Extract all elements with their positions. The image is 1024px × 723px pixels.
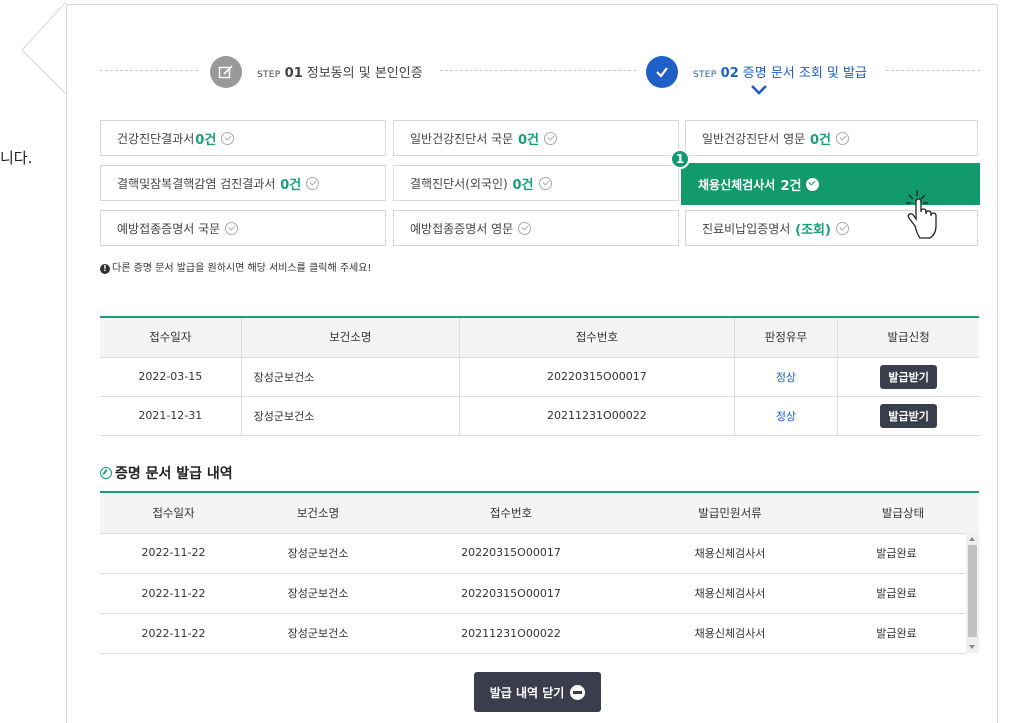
step-2-label: STEP 02 증명 문서 조회 및 발급 bbox=[693, 66, 867, 81]
check-circle-icon bbox=[225, 221, 239, 235]
service-general-health-en[interactable]: 일반건강진단서 영문 0건 bbox=[685, 120, 978, 156]
service-vaccination-en[interactable]: 예방접종증명서 영문 bbox=[393, 210, 679, 246]
service-vaccination-kr[interactable]: 예방접종증명서 국문 bbox=[100, 210, 386, 246]
edit-icon bbox=[210, 56, 242, 88]
table-header-row: 접수일자 보건소명 접수번호 발급민원서류 발급상태 bbox=[100, 492, 979, 534]
history-title: 증명 문서 발급 내역 bbox=[100, 463, 233, 483]
pencil-circle-icon bbox=[100, 467, 112, 479]
history-table-header: 접수일자 보건소명 접수번호 발급민원서류 발급상태 bbox=[100, 491, 979, 534]
step-badge: 1 bbox=[670, 149, 690, 169]
table-row: 2022-03-15 장성군보건소 20220315O00017 정상 발급받기 bbox=[100, 357, 979, 397]
service-notice: ! 다른 증명 문서 발급을 원하시면 해당 서비스를 클릭해 주세요! bbox=[100, 259, 371, 274]
issue-button[interactable]: 발급받기 bbox=[880, 364, 937, 389]
truncated-text: 니다. bbox=[0, 149, 33, 167]
service-tb-screening[interactable]: 결핵및잠복결핵감염 검진결과서 0건 bbox=[100, 165, 386, 201]
minus-circle-icon bbox=[570, 684, 586, 700]
scroll-thumb[interactable] bbox=[968, 545, 977, 637]
header-receipt-no: 접수번호 bbox=[459, 317, 735, 358]
table-row: 2022-11-22 장성군보건소 20211231O00022 채용신체검사서… bbox=[100, 613, 966, 654]
header-date: 접수일자 bbox=[100, 317, 242, 358]
close-history-button[interactable]: 발급 내역 닫기 bbox=[474, 672, 601, 712]
check-circle-icon bbox=[836, 131, 850, 145]
panel-notch bbox=[21, 2, 67, 95]
check-circle-icon bbox=[544, 131, 558, 145]
check-circle-icon bbox=[306, 176, 320, 190]
issue-button[interactable]: 발급받기 bbox=[880, 403, 937, 428]
step-progress: STEP 01 정보동의 및 본인인증 STEP 02 증명 문서 조회 및 발급 bbox=[100, 52, 980, 95]
check-circle-icon bbox=[518, 221, 532, 235]
table-row: 2022-11-22 장성군보건소 20220315O00017 채용신체검사서… bbox=[100, 533, 966, 574]
check-circle-icon bbox=[806, 177, 820, 191]
check-circle-icon bbox=[835, 221, 849, 235]
header-center: 보건소명 bbox=[241, 317, 461, 358]
table-header-row: 접수일자 보건소명 접수번호 판정유무 발급신청 bbox=[100, 317, 979, 358]
table-row: 2022-11-22 장성군보건소 20220315O00017 채용신체검사서… bbox=[100, 573, 966, 614]
hand-pointer-icon bbox=[906, 190, 937, 239]
header-request: 발급신청 bbox=[837, 317, 979, 358]
receipt-table: 접수일자 보건소명 접수번호 판정유무 발급신청 2022-03-15 장성군보… bbox=[100, 316, 979, 436]
scroll-up-icon[interactable] bbox=[969, 537, 975, 541]
chevron-down-icon bbox=[751, 85, 767, 95]
service-health-check-result[interactable]: 건강진단결과서 0건 bbox=[100, 120, 386, 156]
check-circle-icon bbox=[538, 176, 552, 190]
check-icon bbox=[646, 56, 678, 88]
history-scrollbar[interactable] bbox=[966, 533, 979, 653]
service-general-health-kr[interactable]: 일반건강진단서 국문 0건 bbox=[393, 120, 679, 156]
info-icon: ! bbox=[100, 264, 110, 274]
check-circle-icon bbox=[221, 131, 235, 145]
history-table: 2022-11-22 장성군보건소 20220315O00017 채용신체검사서… bbox=[100, 533, 966, 654]
header-result: 판정유무 bbox=[734, 317, 839, 358]
service-tb-foreigner[interactable]: 결핵진단서(외국인) 0건 bbox=[393, 165, 679, 201]
scroll-down-icon[interactable] bbox=[969, 645, 975, 649]
table-row: 2021-12-31 장성군보건소 20211231O00022 정상 발급받기 bbox=[100, 396, 979, 436]
step-1-label: STEP 01 정보동의 및 본인인증 bbox=[257, 66, 423, 81]
